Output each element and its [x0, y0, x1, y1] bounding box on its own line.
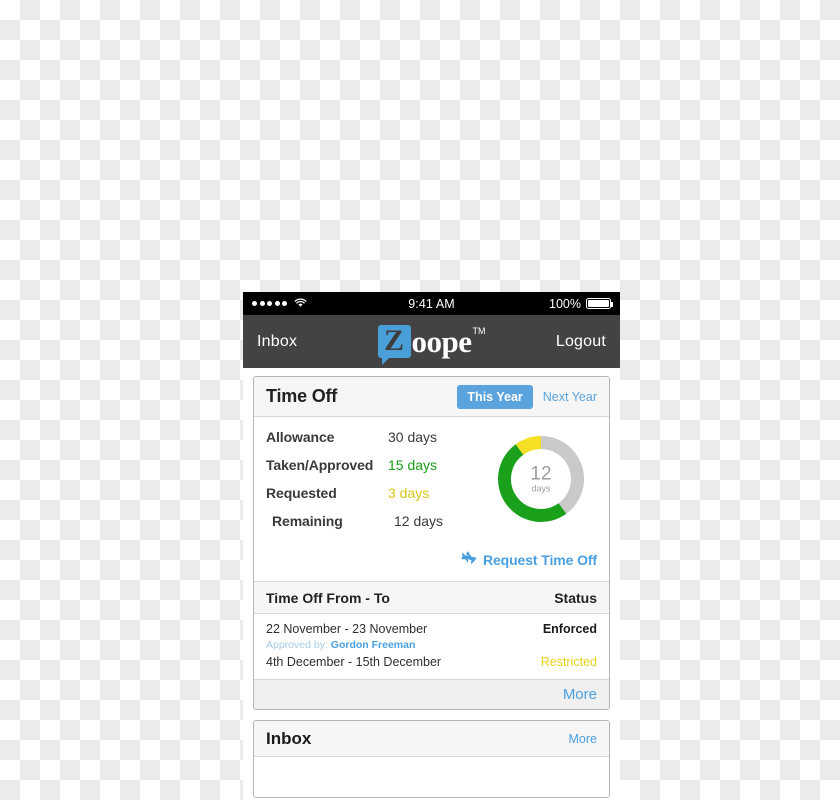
stat-row-remaining: Remaining 12 days: [266, 513, 485, 529]
phone-screen: 9:41 AM 100% Inbox Z oope TM Logout Time…: [243, 292, 620, 800]
signal-strength-dots: [252, 301, 287, 306]
stat-value: 15 days: [388, 457, 438, 473]
time-off-card-header: Time Off This Year Next Year: [254, 377, 609, 417]
stat-label: Requested: [266, 485, 337, 501]
table-row[interactable]: 4th December - 15th December Restricted: [266, 653, 597, 671]
row-dates: 4th December - 15th December: [266, 655, 442, 669]
row-approved-by: Approved by: Gordon Freeman: [266, 638, 597, 653]
stat-value: 12 days: [394, 513, 444, 529]
inbox-card: Inbox More: [253, 720, 610, 798]
inbox-card-header: Inbox More: [254, 721, 609, 757]
request-time-off-label: Request Time Off: [482, 552, 597, 568]
request-time-off-row: Request Time Off: [254, 547, 609, 581]
next-year-button[interactable]: Next Year: [543, 390, 597, 404]
donut-center-label: 12 days: [530, 465, 551, 494]
table-row[interactable]: 22 November - 23 November Enforced: [266, 620, 597, 638]
time-off-table-header: Time Off From - To Status: [254, 581, 609, 614]
time-off-card-footer: More: [254, 679, 609, 709]
app-navbar: Inbox Z oope TM Logout: [243, 315, 620, 368]
stat-value: 30 days: [388, 429, 438, 445]
allowance-stats-list: Allowance 30 days Taken/Approved 15 days…: [266, 427, 485, 541]
status-badge: Restricted: [540, 655, 597, 669]
status-bar-right: 100%: [455, 296, 613, 311]
nav-logout-link[interactable]: Logout: [556, 333, 606, 350]
this-year-button[interactable]: This Year: [457, 384, 533, 409]
stat-row-allowance: Allowance 30 days: [266, 429, 485, 445]
status-bar: 9:41 AM 100%: [243, 292, 620, 315]
column-header-status: Status: [554, 589, 597, 606]
year-toggle-group: This Year Next Year: [457, 384, 597, 409]
approved-by-label: Approved by:: [266, 639, 328, 651]
stat-row-taken-approved: Taken/Approved 15 days: [266, 457, 485, 473]
time-off-more-link[interactable]: More: [563, 686, 597, 703]
allowance-donut-chart: 12 days: [485, 427, 597, 541]
time-off-card-body: Allowance 30 days Taken/Approved 15 days…: [254, 417, 609, 547]
status-bar-time: 9:41 AM: [408, 296, 455, 311]
stat-row-requested: Requested 3 days: [266, 485, 485, 501]
row-dates: 22 November - 23 November: [266, 622, 428, 636]
status-bar-left: [252, 297, 408, 311]
airplane-icon: [461, 551, 477, 569]
inbox-title: Inbox: [266, 728, 312, 748]
wifi-icon: [294, 297, 307, 311]
donut-remaining-unit: days: [531, 483, 551, 494]
battery-percent-label: 100%: [549, 296, 581, 311]
nav-inbox-link[interactable]: Inbox: [257, 333, 297, 350]
time-off-table-body: 22 November - 23 November Enforced Appro…: [254, 614, 609, 679]
stat-label: Allowance: [266, 429, 335, 445]
inbox-card-body: [254, 757, 609, 797]
image-canvas: 9:41 AM 100% Inbox Z oope TM Logout Time…: [0, 0, 840, 800]
time-off-card: Time Off This Year Next Year Allowance 3…: [253, 376, 610, 710]
status-badge: Enforced: [542, 622, 597, 636]
battery-full-icon: [586, 298, 613, 309]
request-time-off-button[interactable]: Request Time Off: [461, 551, 597, 569]
inbox-more-link[interactable]: More: [569, 732, 597, 746]
stat-label: Remaining: [272, 513, 343, 529]
approver-name[interactable]: Gordon Freeman: [331, 639, 416, 651]
stat-label: Taken/Approved: [266, 457, 374, 473]
column-header-dates: Time Off From - To: [266, 589, 390, 606]
page-title: Time Off: [266, 386, 338, 406]
screen-content: Time Off This Year Next Year Allowance 3…: [243, 368, 620, 800]
donut-segment-requested: [515, 436, 542, 455]
stat-value: 3 days: [388, 485, 430, 501]
donut-remaining-number: 12: [530, 463, 552, 485]
